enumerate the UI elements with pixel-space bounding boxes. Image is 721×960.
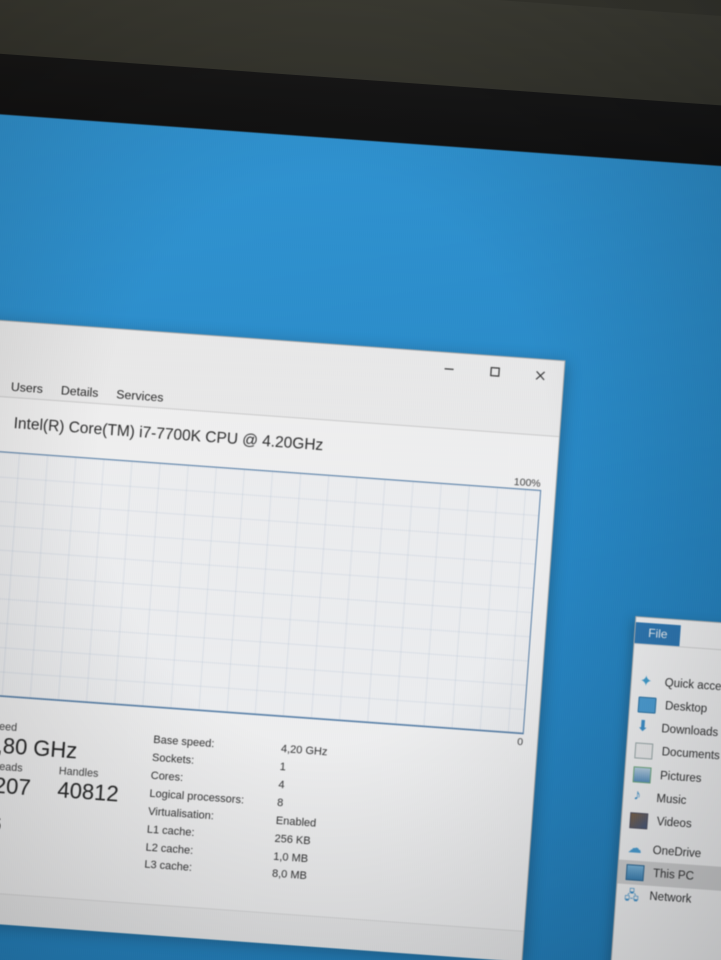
picture-icon <box>632 766 652 784</box>
music-icon <box>631 790 648 805</box>
stat-threads: Threads 1207 <box>0 760 59 806</box>
download-icon <box>636 720 653 735</box>
explorer-item-label: Music <box>655 793 687 808</box>
stat-value: 40812 <box>56 777 120 807</box>
explorer-item-label: This PC <box>652 867 695 883</box>
photo-of-monitor: File Quick access Desktop Downloads Do <box>0 0 721 960</box>
cpu-usage-plot <box>0 689 523 734</box>
pc-icon <box>625 864 645 882</box>
close-button[interactable] <box>516 358 564 392</box>
document-icon <box>634 742 654 760</box>
explorer-item-label: OneDrive <box>652 844 702 861</box>
explorer-item-label: Pictures <box>659 770 702 786</box>
main-area: CPU 0% 0,80 GHz Memory 2,1/32,0 GB (7%) <box>0 377 560 931</box>
stat-handles: Handles 40812 <box>56 766 129 811</box>
primary-stats: Utilisation 0% Speed 0,80 GHz <box>0 715 142 874</box>
explorer-item-label: Downloads <box>660 723 719 740</box>
performance-detail-pane: CPU Intel(R) Core(TM) i7-7700K CPU @ 4.2… <box>0 392 559 931</box>
task-manager-window[interactable]: k Manager Options View <box>0 300 566 960</box>
stats-area: Utilisation 0% Speed 0,80 GHz <box>0 715 522 902</box>
minimize-button[interactable] <box>425 351 473 385</box>
explorer-item-label: Network <box>648 890 692 906</box>
graph-x-min: 0 <box>516 735 524 749</box>
video-icon <box>629 812 649 830</box>
explorer-item-label: Videos <box>656 816 693 831</box>
network-icon <box>624 888 641 903</box>
cloud-icon <box>627 842 644 857</box>
tab-users[interactable]: Users <box>1 377 52 400</box>
monitor-screen: File Quick access Desktop Downloads Do <box>0 105 721 960</box>
explorer-item-network[interactable]: Network <box>616 883 721 926</box>
maximize-button[interactable] <box>470 355 518 389</box>
explorer-item-label: Quick access <box>664 677 721 695</box>
explorer-item-label: Documents <box>661 746 721 763</box>
stat-speed: Speed 0,80 GHz <box>0 720 79 767</box>
stat-value: 1207 <box>0 772 32 801</box>
star-icon <box>639 675 656 690</box>
explorer-file-tab[interactable]: File <box>634 622 682 647</box>
cpu-utilisation-graph[interactable] <box>0 446 542 735</box>
tab-details[interactable]: Details <box>51 381 108 404</box>
explorer-item-label: Desktop <box>664 700 708 716</box>
stat-uptime: Up time 0:00:05:16 <box>0 795 3 840</box>
cpu-specs-list: Base speed: 4,20 GHz Sockets: 1 Cores: 4 <box>132 731 522 901</box>
desktop-icon <box>637 696 657 714</box>
